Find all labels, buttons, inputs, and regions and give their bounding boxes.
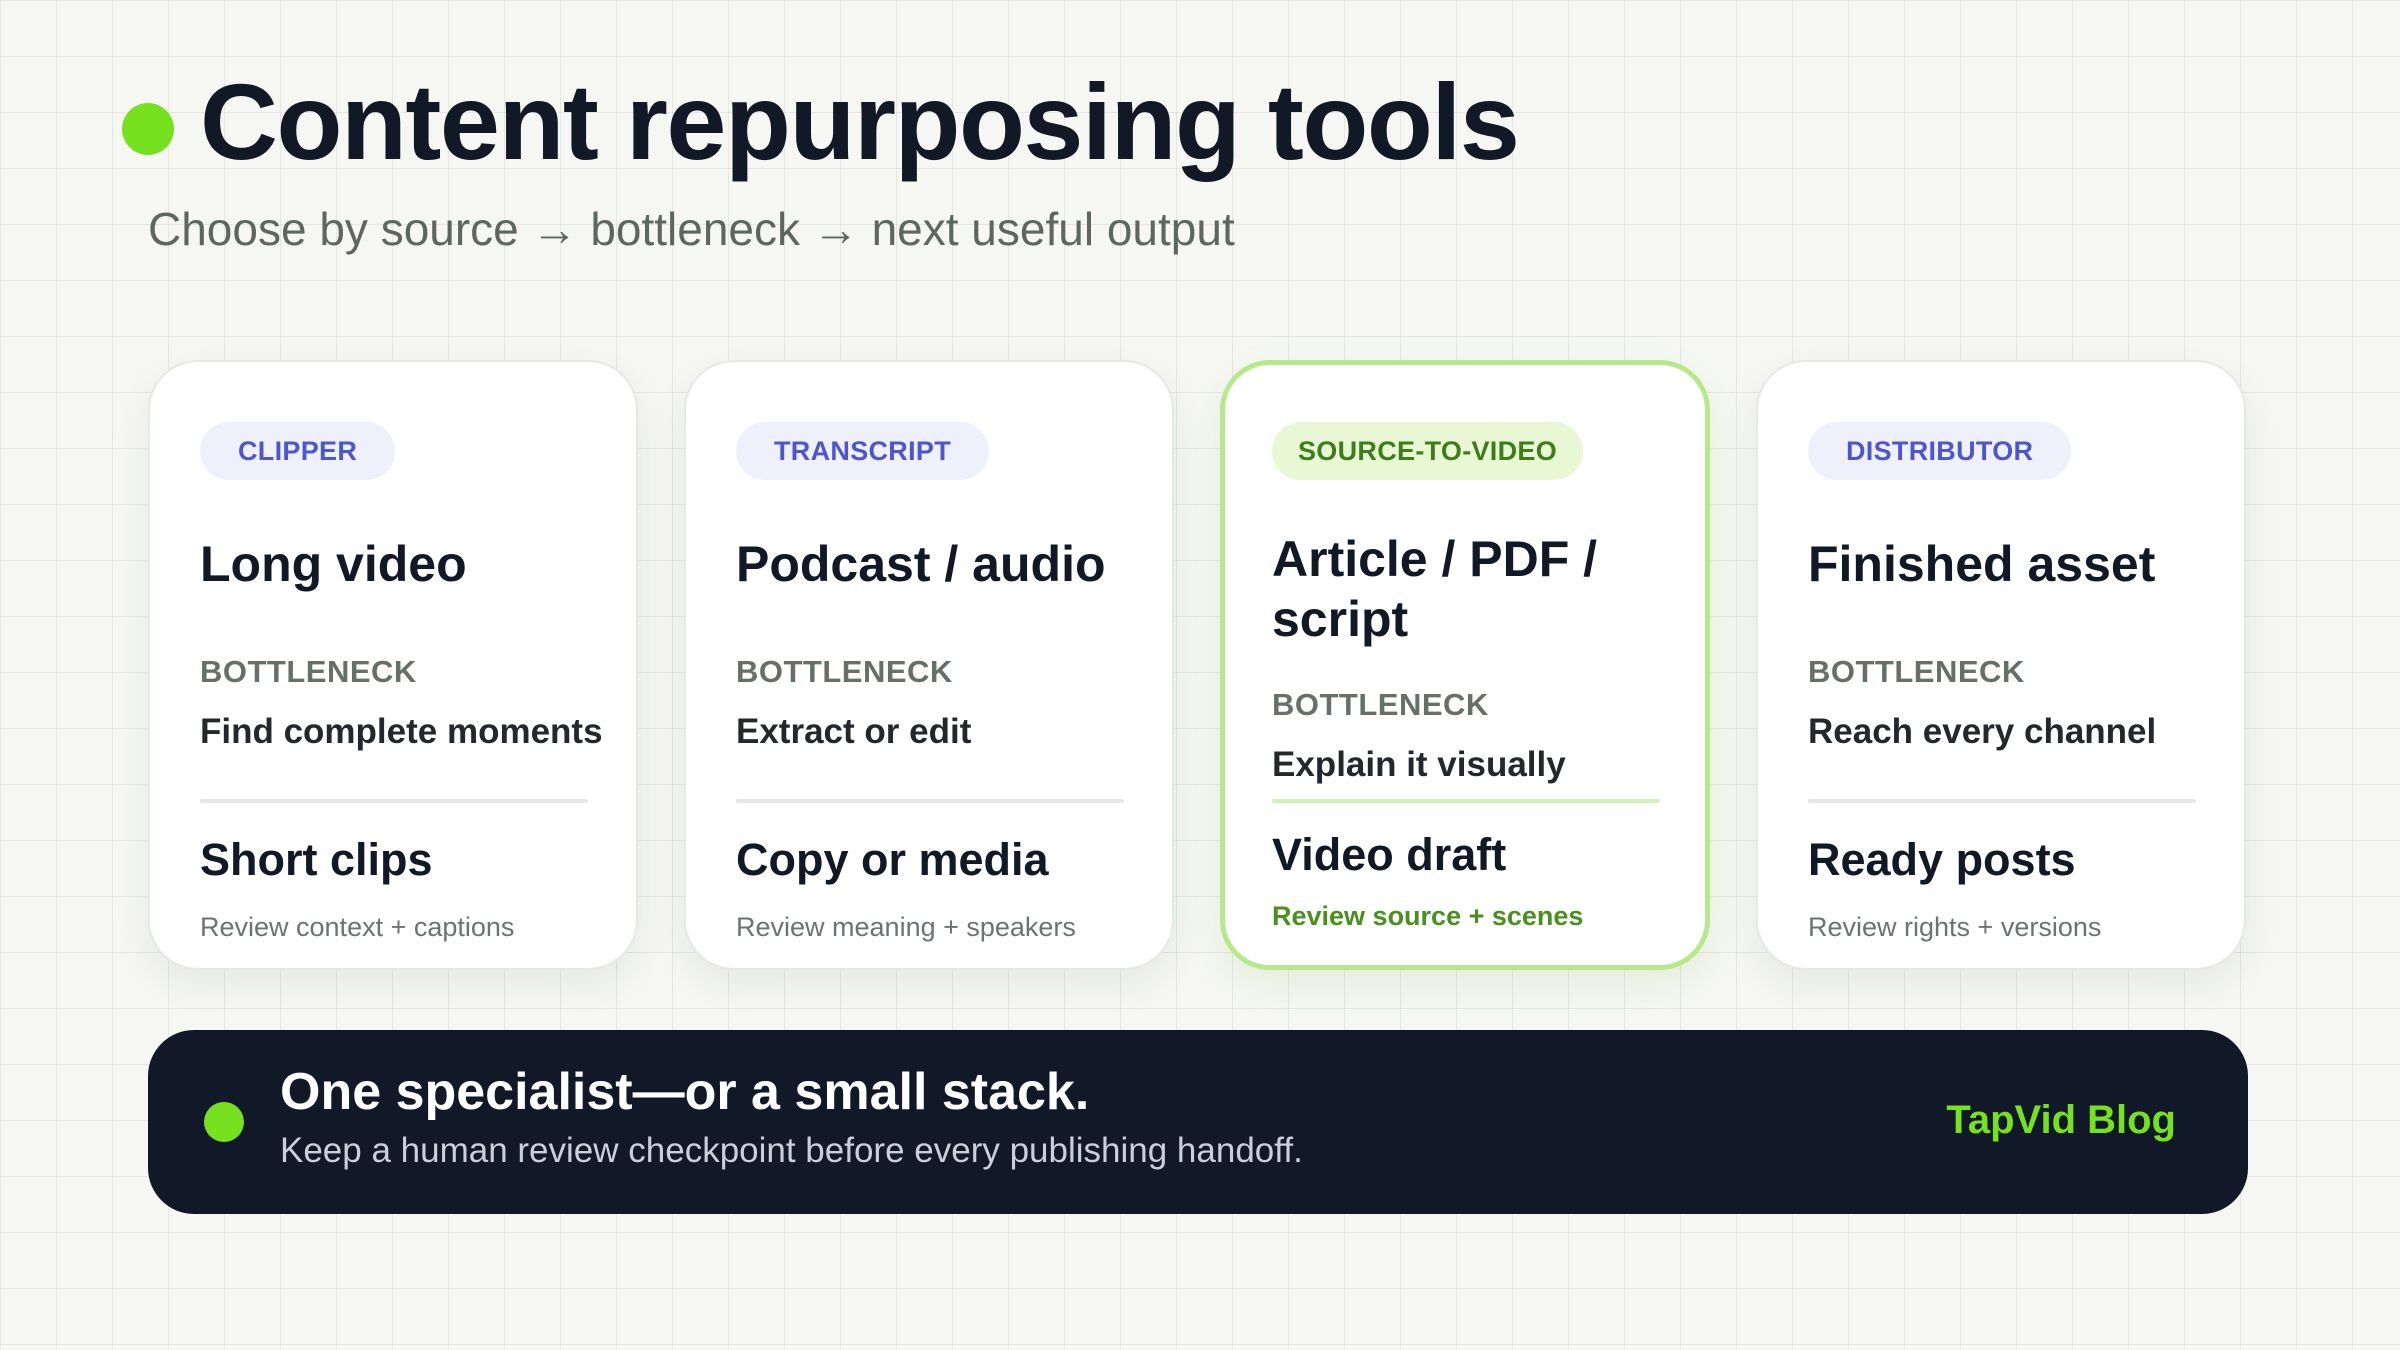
bottleneck-label: BOTTLENECK bbox=[200, 654, 417, 689]
review-note: Review context + captions bbox=[200, 912, 515, 942]
card-clipper: CLIPPER Long video BOTTLENECK Find compl… bbox=[148, 360, 638, 970]
review-note: Review source + scenes bbox=[1272, 901, 1584, 931]
source-title: Article / PDF / script bbox=[1272, 531, 1598, 647]
output-title: Copy or media bbox=[736, 834, 1049, 885]
review-note: Review rights + versions bbox=[1808, 912, 2102, 942]
bottleneck-label: BOTTLENECK bbox=[736, 654, 953, 689]
category-badge: DISTRIBUTOR bbox=[1808, 422, 2072, 480]
card-divider bbox=[1808, 799, 2196, 803]
tool-cards: CLIPPER Long video BOTTLENECK Find compl… bbox=[148, 360, 2246, 970]
card-source-to-video: SOURCE-TO-VIDEO Article / PDF / script B… bbox=[1220, 360, 1710, 970]
output-title: Ready posts bbox=[1808, 834, 2076, 885]
bottleneck-text: Extract or edit bbox=[736, 712, 972, 751]
category-badge: SOURCE-TO-VIDEO bbox=[1272, 422, 1584, 480]
output-title: Short clips bbox=[200, 834, 433, 885]
bottleneck-label: BOTTLENECK bbox=[1272, 687, 1489, 722]
title-dot-icon bbox=[122, 103, 174, 155]
callout-heading: One specialist—or a small stack. bbox=[280, 1063, 1090, 1121]
bottleneck-text: Reach every channel bbox=[1808, 712, 2157, 751]
source-title: Finished asset bbox=[1808, 536, 2156, 592]
bottleneck-text: Explain it visually bbox=[1272, 745, 1566, 784]
source-title: Podcast / audio bbox=[736, 536, 1106, 592]
bottleneck-label: BOTTLENECK bbox=[1808, 654, 2025, 689]
card-divider bbox=[1272, 799, 1660, 803]
bottleneck-text: Find complete moments bbox=[200, 712, 603, 751]
brand-label: TapVid Blog bbox=[1946, 1098, 2176, 1142]
page-header: Content repurposing tools Choose by sour… bbox=[122, 68, 2272, 252]
category-badge: TRANSCRIPT bbox=[736, 422, 989, 480]
title-row: Content repurposing tools bbox=[122, 68, 2272, 176]
callout-banner: One specialist—or a small stack. Keep a … bbox=[148, 1030, 2248, 1214]
category-badge: CLIPPER bbox=[200, 422, 396, 480]
card-transcript: TRANSCRIPT Podcast / audio BOTTLENECK Ex… bbox=[684, 360, 1174, 970]
page-title: Content repurposing tools bbox=[200, 61, 1520, 182]
review-note: Review meaning + speakers bbox=[736, 912, 1076, 942]
source-title: Long video bbox=[200, 536, 467, 592]
callout-dot-icon bbox=[204, 1102, 244, 1142]
output-title: Video draft bbox=[1272, 829, 1507, 880]
card-divider bbox=[200, 799, 588, 803]
card-distributor: DISTRIBUTOR Finished asset BOTTLENECK Re… bbox=[1756, 360, 2246, 970]
page-subtitle: Choose by source → bottleneck → next use… bbox=[148, 203, 1235, 255]
card-divider bbox=[736, 799, 1124, 803]
callout-text: Keep a human review checkpoint before ev… bbox=[280, 1131, 1303, 1170]
